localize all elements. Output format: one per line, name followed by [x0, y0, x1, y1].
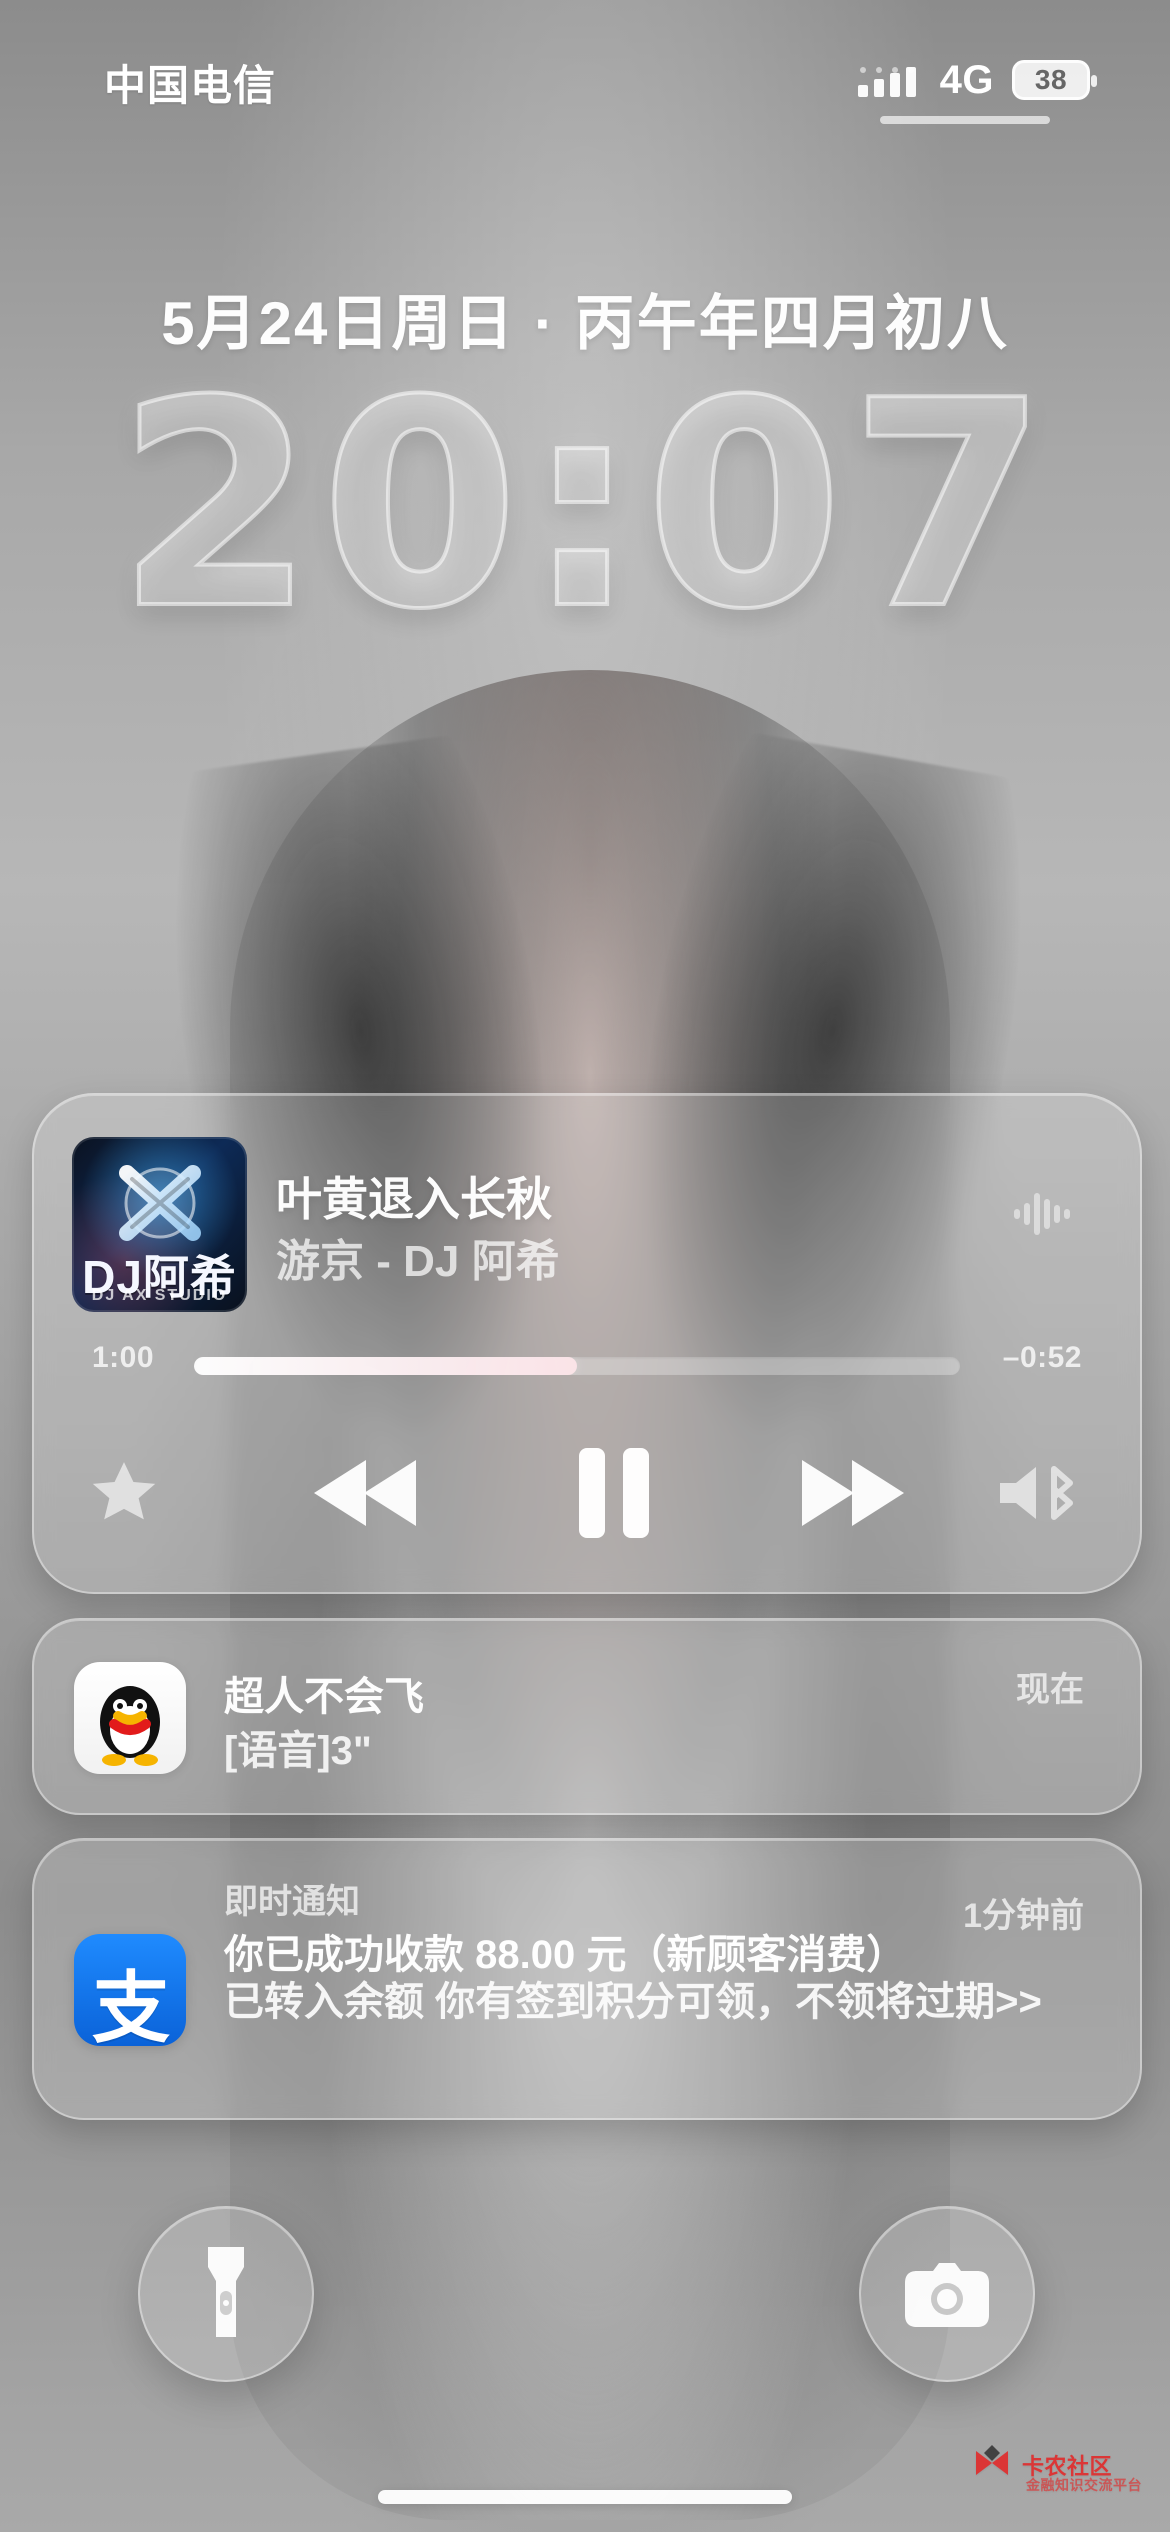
alipay-icon: 支 [74, 1934, 186, 2046]
alipay-body: 已转入余额 你有签到积分可领，不领将过期>> [224, 1980, 1042, 2024]
status-underline [880, 116, 1050, 124]
alipay-time: 1分钟前 [963, 1897, 1084, 1935]
status-right: 4G 38 [856, 50, 1097, 110]
alipay-glyph: 支 [91, 1964, 170, 2046]
watermark-subtext: 金融知识交流平台 [1026, 2477, 1142, 2493]
carrier-label: 中国电信 [104, 62, 277, 109]
playback-progress-fill [194, 1357, 577, 1375]
fast-forward-button[interactable] [779, 1435, 929, 1555]
network-type: 4G [939, 57, 994, 102]
speaker-bluetooth-icon [992, 1453, 1088, 1538]
lock-screen: 中国电信 4G 38 5月24日周日 · 丙午年四月初八 20:07 DJ阿希 … [0, 0, 1170, 2532]
status-bar: 中国电信 4G 38 [0, 0, 1170, 140]
pause-button[interactable] [539, 1435, 689, 1555]
album-art-subtext: DJ AX STUDIO [91, 1287, 228, 1304]
notification-qq[interactable]: 超人不会飞 [语音]3" 现在 [32, 1618, 1142, 1815]
song-title: 叶黄退入长秋 [276, 1173, 552, 1225]
flashlight-icon [190, 2237, 262, 2352]
qq-body: [语音]3" [224, 1729, 372, 1773]
audio-output-button[interactable] [980, 1435, 1100, 1555]
waveform-icon [1008, 1179, 1078, 1249]
battery-icon: 38 [1012, 60, 1097, 100]
notification-alipay[interactable]: 支 即时通知 1分钟前 你已成功收款 88.00 元（新顾客消费） 已转入余额 … [32, 1838, 1142, 2120]
song-subtitle: 游京 - DJ 阿希 [276, 1237, 560, 1286]
playback-progress[interactable] [194, 1357, 960, 1375]
flashlight-button[interactable] [138, 2206, 314, 2382]
playback-controls [34, 1435, 1140, 1555]
star-icon [85, 1454, 163, 1537]
qq-penguin-icon [74, 1662, 186, 1774]
qq-title: 超人不会飞 [224, 1675, 424, 1719]
now-playing-card[interactable]: DJ阿希 DJ AX STUDIO 叶黄退入长秋 游京 - DJ 阿希 1:00… [32, 1093, 1142, 1594]
album-art[interactable]: DJ阿希 DJ AX STUDIO [72, 1137, 247, 1312]
fast-forward-icon [794, 1448, 914, 1543]
elapsed-time: 1:00 [92, 1341, 155, 1374]
battery-percent: 38 [1034, 64, 1068, 95]
remaining-time: –0:52 [1002, 1341, 1082, 1374]
home-indicator[interactable] [378, 2490, 792, 2504]
rewind-button[interactable] [289, 1435, 439, 1555]
rewind-icon [304, 1448, 424, 1543]
camera-icon [899, 2253, 995, 2336]
cellular-signal-icon [856, 61, 922, 99]
alipay-title: 你已成功收款 88.00 元（新顾客消费） [224, 1933, 907, 1977]
pause-icon [569, 1438, 659, 1553]
qq-time: 现在 [1016, 1671, 1084, 1709]
alipay-header: 即时通知 [224, 1883, 360, 1921]
favorite-button[interactable] [74, 1435, 174, 1555]
camera-button[interactable] [859, 2206, 1035, 2382]
lock-time: 20:07 [114, 338, 1054, 674]
watermark: 卡农社区 金融知识交流平台 [970, 2435, 1160, 2495]
kanong-logo-icon [970, 2441, 1014, 2490]
